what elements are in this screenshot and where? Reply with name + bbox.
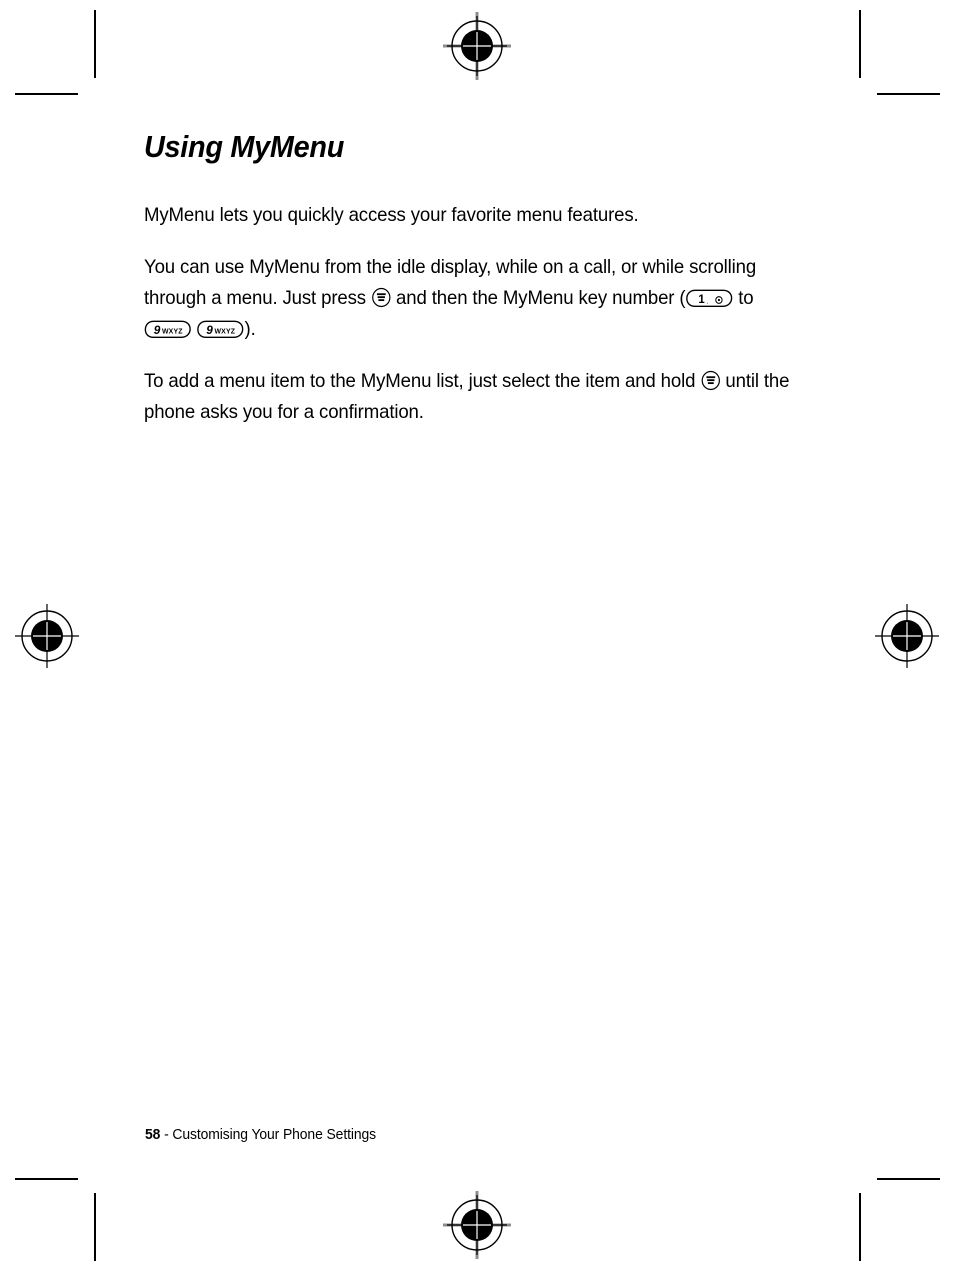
page-footer: 58 - Customising Your Phone Settings <box>145 1126 376 1145</box>
crop-mark-bottom-right-horizontal <box>877 1178 940 1180</box>
svg-text:.: . <box>707 296 709 305</box>
paragraph-usage-segment-5: ). <box>244 318 256 341</box>
page-content: Using MyMenu MyMenu lets you quickly acc… <box>144 129 804 428</box>
footer-separator: - <box>160 1127 173 1143</box>
key-1-icon: 1 . <box>685 288 733 309</box>
svg-text:WXYZ: WXYZ <box>215 328 236 336</box>
crop-mark-top-left-vertical <box>94 10 96 78</box>
svg-text:WXYZ: WXYZ <box>162 328 183 336</box>
crop-mark-top-right-vertical <box>859 10 861 78</box>
paragraph-intro-text: MyMenu lets you quickly access your favo… <box>144 204 639 227</box>
svg-text:9: 9 <box>154 323 161 337</box>
paragraph-usage-segment-2: and then the MyMenu key number ( <box>391 287 686 310</box>
crop-mark-bottom-right-vertical <box>859 1193 861 1261</box>
paragraph-usage-segment-3: to <box>733 287 754 310</box>
registration-mark-right-icon <box>871 600 943 672</box>
footer-page-number: 58 <box>145 1127 161 1143</box>
key-9-icon-first: 9 WXYZ <box>144 319 192 340</box>
menu-key-icon <box>371 287 391 308</box>
page-title: Using MyMenu <box>144 129 345 164</box>
menu-key-icon <box>700 370 720 391</box>
svg-text:1: 1 <box>698 293 705 306</box>
registration-mark-bottom-icon <box>441 1189 513 1261</box>
crop-mark-top-left-horizontal <box>15 93 78 95</box>
registration-mark-left-icon <box>11 600 83 672</box>
crop-mark-bottom-left-vertical <box>94 1193 96 1261</box>
footer-section-title: Customising Your Phone Settings <box>172 1127 377 1143</box>
paragraph-intro: MyMenu lets you quickly access your favo… <box>144 200 800 231</box>
registration-mark-top-icon <box>441 10 513 82</box>
svg-text:9: 9 <box>207 323 214 337</box>
paragraph-add-item: To add a menu item to the MyMenu list, j… <box>144 366 800 428</box>
key-9-icon-second: 9 WXYZ <box>197 319 245 340</box>
paragraph-usage: You can use MyMenu from the idle display… <box>144 252 800 345</box>
crop-mark-bottom-left-horizontal <box>15 1178 78 1180</box>
paragraph-add-item-segment-1: To add a menu item to the MyMenu list, j… <box>144 370 701 393</box>
crop-mark-top-right-horizontal <box>877 93 940 95</box>
